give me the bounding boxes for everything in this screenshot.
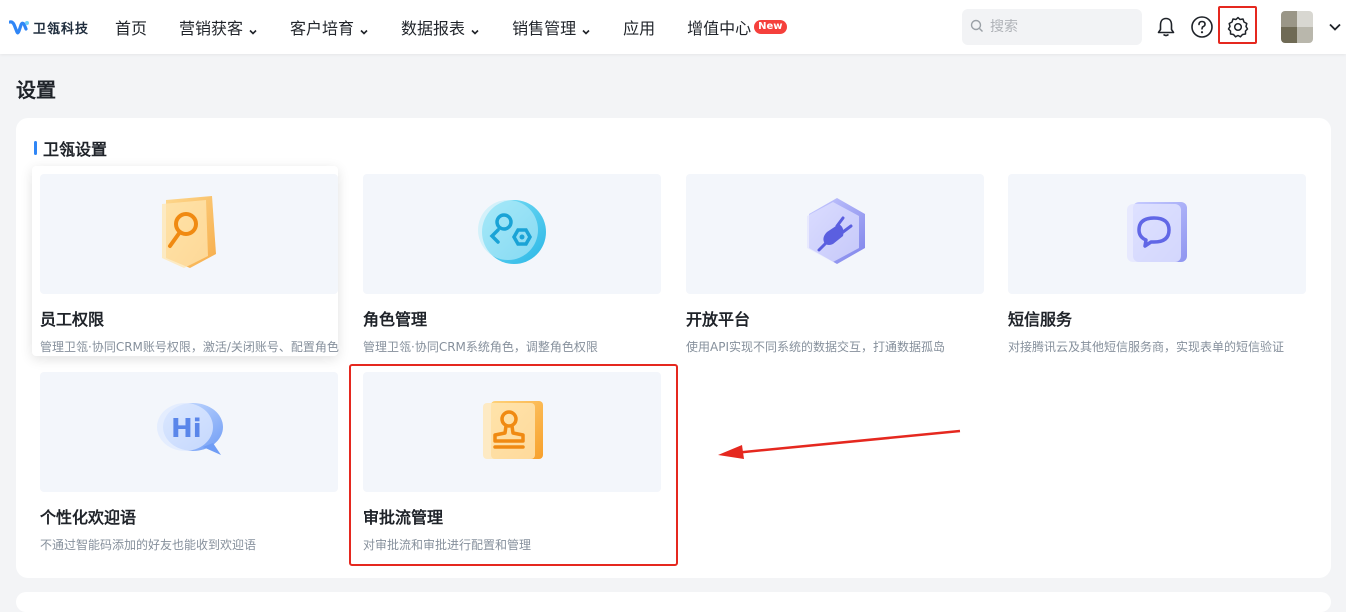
- nav-label: 数据报表: [401, 19, 466, 38]
- settings-highlight-box: [1218, 6, 1257, 44]
- nav-label: 销售管理: [512, 19, 577, 38]
- nav-label: 应用: [623, 19, 656, 38]
- section-accent-bar: [34, 141, 37, 155]
- card-description: 管理卫瓴·协同CRM账号权限，激活/关闭账号、配置角色: [40, 340, 339, 354]
- nav-item-apps[interactable]: 应用: [623, 15, 655, 39]
- next-panel: [16, 592, 1331, 612]
- card-personalized-greeting[interactable]: Hi 个性化欢迎语 不通过智能码添加的好友也能收到欢迎语: [32, 364, 338, 554]
- nav-item-reports[interactable]: 数据报表: [401, 15, 480, 39]
- chevron-down-icon: [248, 22, 258, 35]
- card-sms-service[interactable]: 短信服务 对接腾讯云及其他短信服务商，实现表单的短信验证: [1000, 166, 1306, 356]
- chevron-down-icon[interactable]: [1322, 14, 1346, 40]
- bell-icon[interactable]: [1153, 14, 1179, 40]
- new-badge: New: [754, 20, 787, 34]
- card-thumbnail: [40, 174, 338, 294]
- avatar[interactable]: [1281, 11, 1313, 43]
- card-role-management[interactable]: 角色管理 管理卫瓴·协同CRM系统角色，调整角色权限: [355, 166, 661, 356]
- card-employee-permissions[interactable]: 员工权限 管理卫瓴·协同CRM账号权限，激活/关闭账号、配置角色: [32, 166, 339, 356]
- key-icon: [154, 192, 224, 276]
- nav-item-marketing[interactable]: 营销获客: [179, 15, 258, 39]
- card-description: 使用API实现不同系统的数据交互，打通数据孤岛: [686, 340, 945, 354]
- nav-label: 客户培育: [290, 19, 355, 38]
- roles-icon: [474, 194, 550, 274]
- main-nav: 首页 营销获客 客户培育 数据报表 销售管理 应用 增值中心 New: [115, 0, 819, 54]
- card-thumbnail: [686, 174, 984, 294]
- nav-item-sales[interactable]: 销售管理: [512, 15, 591, 39]
- plug-icon: [799, 194, 871, 274]
- search-box[interactable]: [962, 9, 1142, 45]
- approval-highlight-box: [349, 364, 678, 566]
- card-description: 管理卫瓴·协同CRM系统角色，调整角色权限: [363, 340, 598, 354]
- card-description: 不通过智能码添加的好友也能收到欢迎语: [40, 538, 257, 552]
- search-input[interactable]: [990, 19, 1130, 35]
- card-open-platform[interactable]: 开放平台 使用API实现不同系统的数据交互，打通数据孤岛: [678, 166, 984, 356]
- card-thumbnail: [1008, 174, 1306, 294]
- nav-label: 增值中心: [687, 19, 752, 38]
- brand-name: 卫瓴科技: [33, 21, 90, 37]
- message-icon: [1121, 196, 1193, 272]
- annotation-arrow: [718, 429, 961, 459]
- chevron-down-icon: [470, 22, 480, 35]
- nav-label: 首页: [115, 19, 148, 38]
- card-thumbnail: Hi: [40, 372, 338, 492]
- card-title: 开放平台: [686, 310, 751, 329]
- brand-logo[interactable]: 卫瓴科技: [8, 18, 115, 37]
- card-title: 员工权限: [40, 310, 105, 329]
- help-icon[interactable]: [1189, 14, 1215, 40]
- top-navigation-bar: 卫瓴科技 首页 营销获客 客户培育 数据报表 销售管理 应用 增值中心 New: [0, 0, 1346, 54]
- chevron-down-icon: [581, 22, 591, 35]
- page-title: 设置: [16, 78, 56, 102]
- nav-label: 营销获客: [179, 19, 244, 38]
- card-title: 个性化欢迎语: [40, 508, 137, 527]
- svg-text:Hi: Hi: [171, 414, 202, 444]
- search-icon: [970, 18, 984, 37]
- nav-item-value-center[interactable]: 增值中心 New: [687, 15, 787, 39]
- card-title: 短信服务: [1008, 310, 1073, 329]
- nav-item-home[interactable]: 首页: [115, 15, 147, 39]
- section-title: 卫瓴设置: [34, 136, 107, 160]
- section-title-text: 卫瓴设置: [43, 140, 108, 159]
- card-thumbnail: [363, 174, 661, 294]
- card-title: 角色管理: [363, 310, 428, 329]
- card-description: 对接腾讯云及其他短信服务商，实现表单的短信验证: [1008, 340, 1285, 354]
- hi-bubble-icon: Hi: [149, 397, 229, 467]
- chevron-down-icon: [359, 22, 369, 35]
- nav-item-nurture[interactable]: 客户培育: [290, 15, 369, 39]
- brand-logo-icon: [8, 19, 29, 35]
